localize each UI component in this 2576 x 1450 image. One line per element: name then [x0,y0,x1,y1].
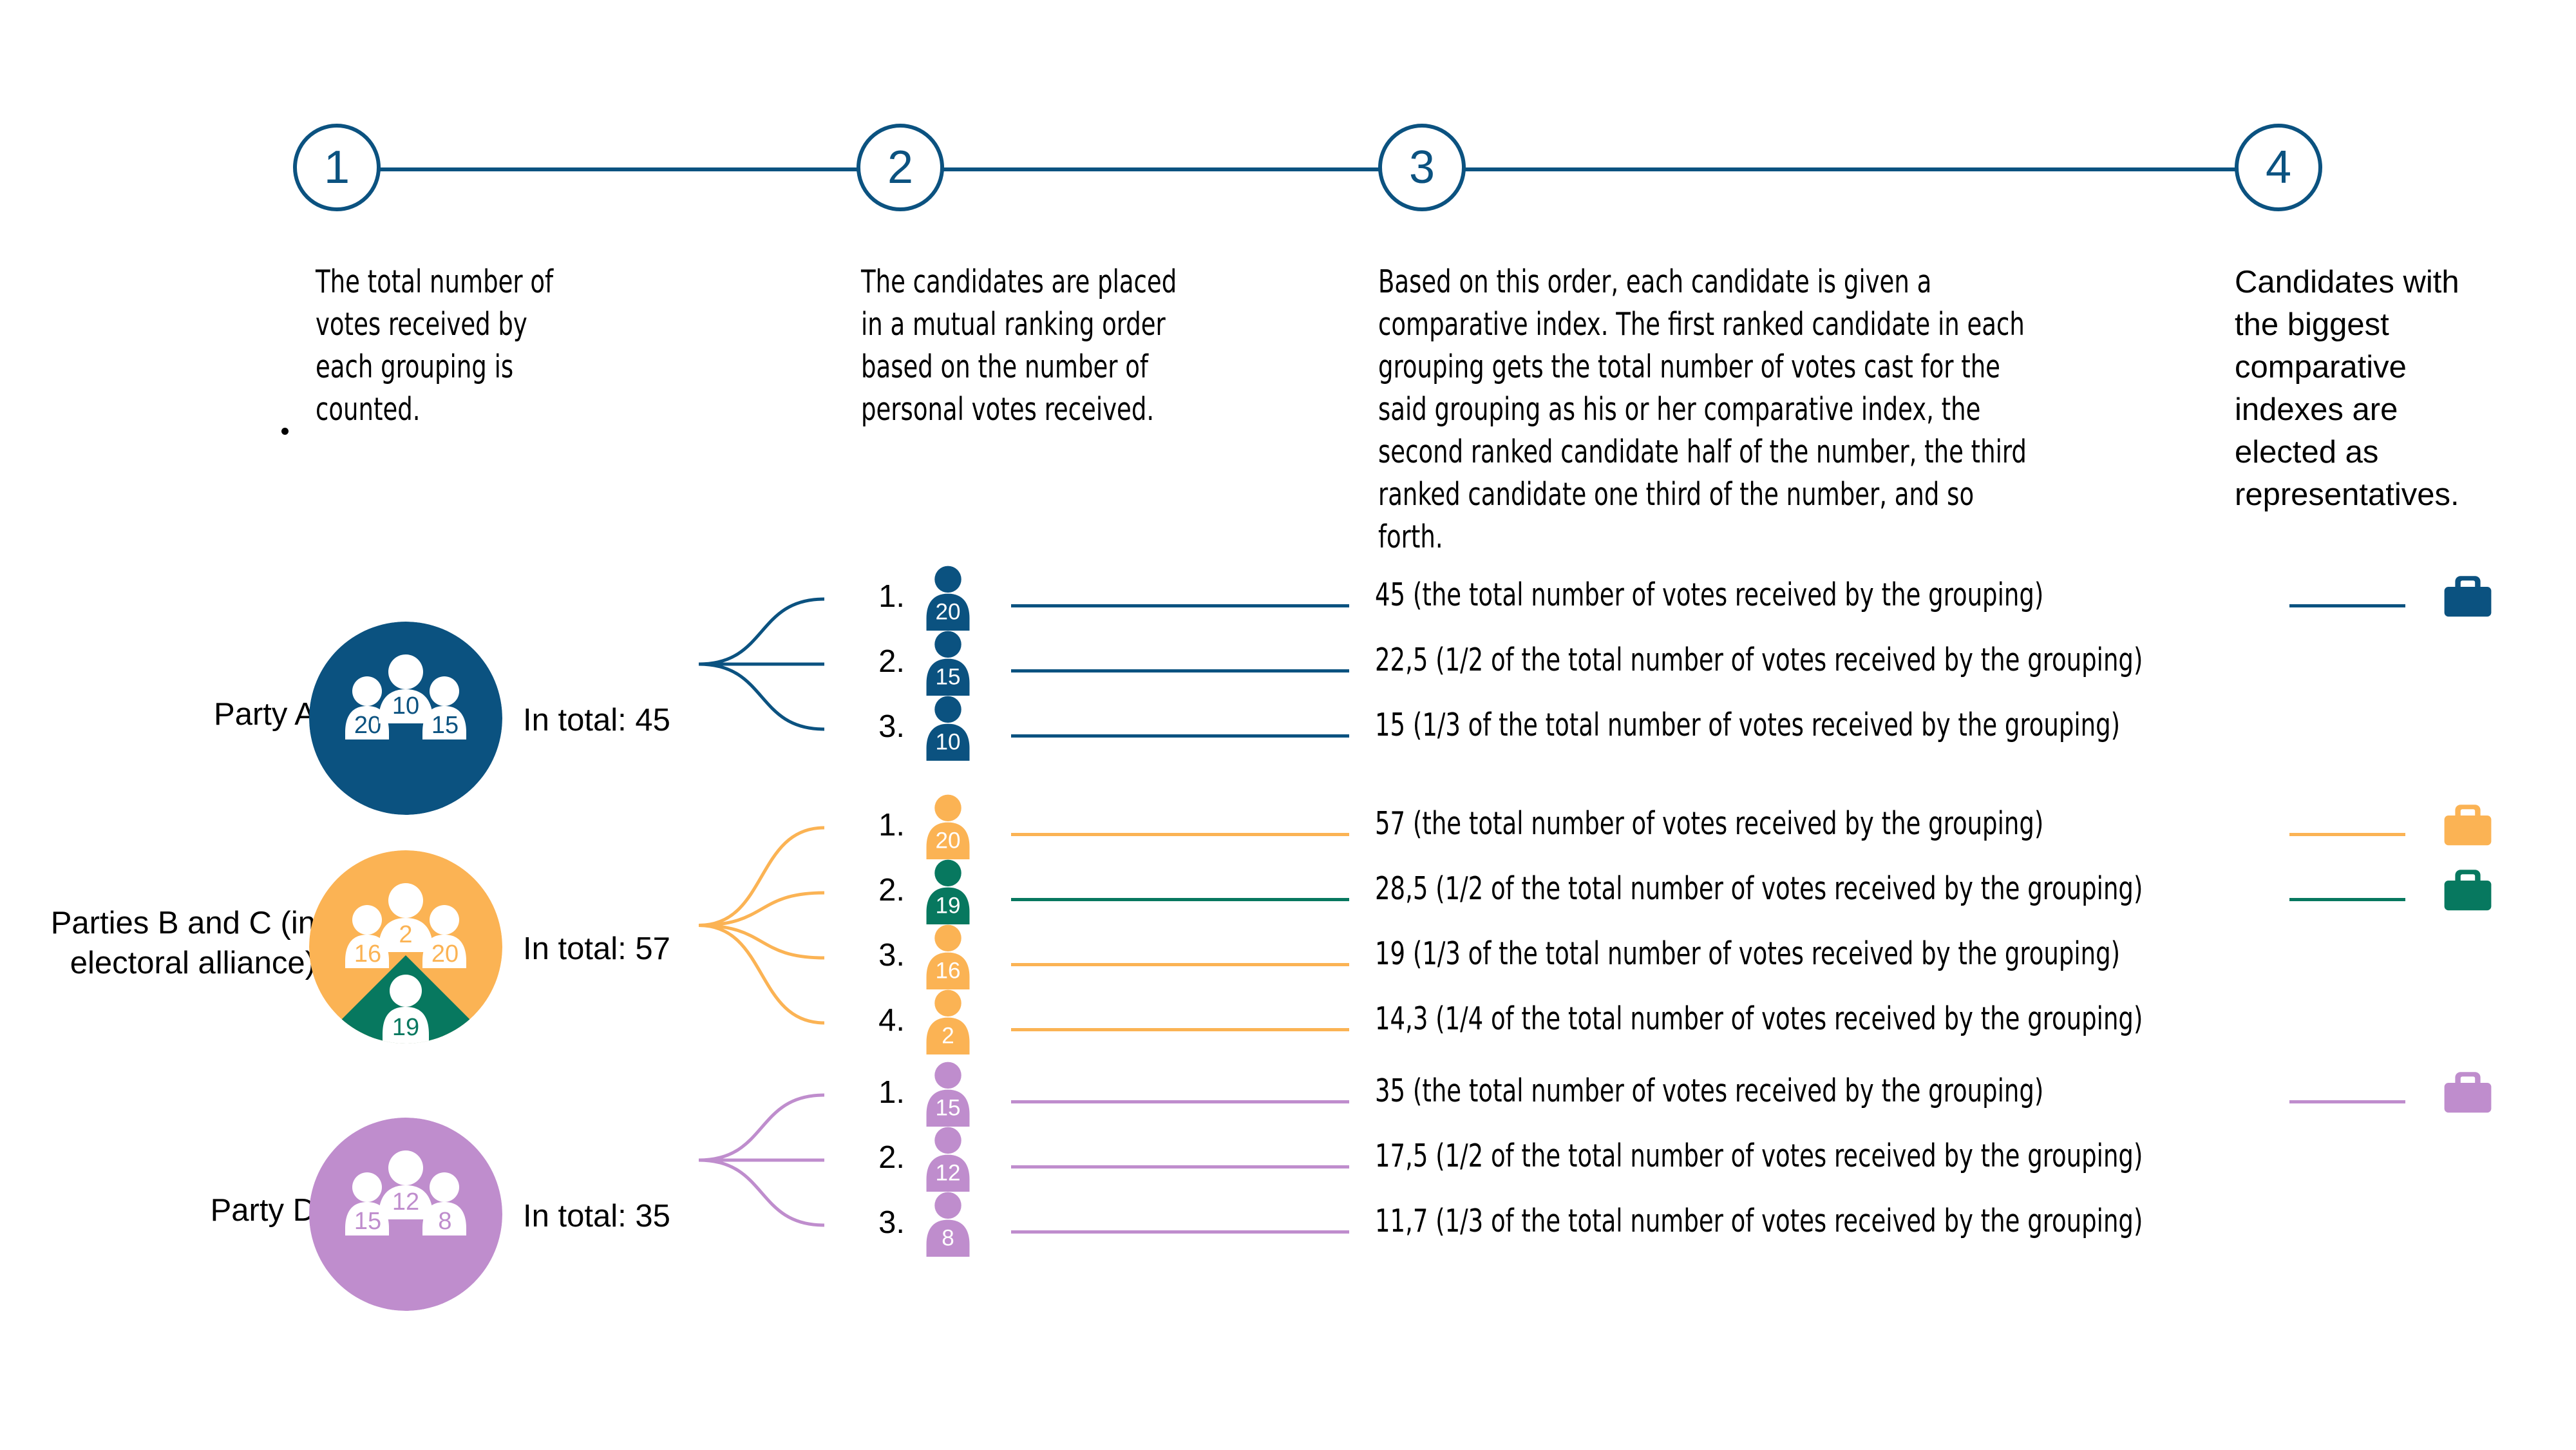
candidate-person-icon: 20 [922,794,974,863]
group-total-label: In total: 35 [523,1199,670,1234]
step-number: 3 [1408,142,1435,193]
comparative-index-text: 17,5 (1/2 of the total number of votes r… [1375,1138,2143,1174]
step-badge-3: 3 [1378,124,1466,211]
svg-text:19: 19 [392,1014,419,1041]
svg-text:20: 20 [936,828,961,853]
svg-text:20: 20 [431,940,459,968]
candidate-person-icon: 20 [922,565,974,634]
group-total-label: In total: 57 [523,931,670,966]
step-badge-1: 1 [293,124,381,211]
svg-text:12: 12 [936,1160,961,1185]
candidate-person-icon: 19 [922,859,974,928]
svg-text:2: 2 [399,921,412,948]
rank-connector-line [1011,669,1349,673]
step-description-4: Candidates with the biggest comparative … [2235,265,2459,512]
rank-number: 1. [878,1075,905,1110]
rank-number: 3. [878,1205,905,1240]
rank-connector-line [1011,1230,1349,1234]
comparative-index-text: 11,7 (1/3 of the total number of votes r… [1375,1203,2143,1239]
briefcase-icon [2441,573,2495,622]
rank-number: 2. [878,1140,905,1175]
rank-bracket [698,808,825,1045]
elected-connector-line [2289,1100,2405,1103]
elected-connector-line [2289,833,2405,836]
step-connector-3-4 [1465,167,2238,171]
comparative-index-text: 57 (the total number of votes received b… [1375,805,2044,842]
svg-text:2: 2 [942,1023,954,1048]
rank-number: 4. [878,1003,905,1038]
party-label: Parties B and C (in electoral alliance) [50,906,316,980]
party-label: Party A [214,697,316,732]
rank-connector-line [1011,963,1349,966]
candidate-person-icon: 8 [922,1191,974,1260]
candidate-person-icon: 15 [922,1061,974,1130]
infographic-canvas: 1 2 3 4 The total number of votes receiv… [0,0,2576,1450]
candidate-person-icon: 16 [922,924,974,993]
rank-bracket [698,1076,825,1248]
rank-bracket [698,580,825,752]
comparative-index-text: 28,5 (1/2 of the total number of votes r… [1375,870,2143,907]
party-emblem-2: 15 8 12 [309,1118,502,1311]
candidate-person-icon: 15 [922,630,974,699]
candidate-person-icon: 10 [922,695,974,764]
party-emblem-0: 20 15 10 [309,622,502,815]
rank-connector-line [1011,734,1349,738]
candidate-person-icon: 12 [922,1126,974,1195]
svg-text:10: 10 [936,729,961,754]
step-connector-1-2 [380,167,860,171]
step-number: 4 [2265,142,2292,193]
svg-text:16: 16 [936,958,961,983]
step-description-2: The candidates are placed in a mutual ra… [861,263,1177,428]
comparative-index-text: 14,3 (1/4 of the total number of votes r… [1375,1000,2143,1037]
step-badge-2: 2 [857,124,944,211]
step-number: 2 [887,142,914,193]
briefcase-icon [2441,1069,2495,1118]
briefcase-icon [2441,867,2495,915]
step-badge-4: 4 [2235,124,2322,211]
stray-period [281,428,289,435]
rank-number: 1. [878,808,905,843]
rank-number: 2. [878,873,905,908]
svg-text:15: 15 [936,1095,961,1120]
rank-connector-line [1011,1100,1349,1103]
svg-text:15: 15 [431,712,459,739]
svg-text:20: 20 [354,712,381,739]
rank-connector-line [1011,898,1349,901]
rank-connector-line [1011,604,1349,607]
step-connector-2-3 [943,167,1381,171]
rank-connector-line [1011,1028,1349,1031]
svg-text:8: 8 [942,1225,954,1250]
elected-connector-line [2289,604,2405,607]
svg-text:15: 15 [354,1208,381,1235]
svg-text:19: 19 [936,893,961,918]
comparative-index-text: 35 (the total number of votes received b… [1375,1073,2044,1109]
comparative-index-text: 22,5 (1/2 of the total number of votes r… [1375,642,2143,678]
rank-number: 3. [878,709,905,744]
rank-connector-line [1011,1165,1349,1169]
comparative-index-text: 15 (1/3 of the total number of votes rec… [1375,707,2121,743]
party-emblem-1: 16 20 2 19 [309,850,502,1044]
elected-connector-line [2289,898,2405,901]
svg-text:16: 16 [354,940,381,968]
svg-text:12: 12 [392,1188,419,1216]
group-total-label: In total: 45 [523,703,670,738]
candidate-person-icon: 2 [922,989,974,1058]
rank-number: 1. [878,579,905,614]
step-description-1: The total number of votes received by ea… [316,263,554,428]
rank-connector-line [1011,833,1349,836]
svg-text:8: 8 [438,1208,451,1235]
rank-number: 2. [878,644,905,679]
party-label: Party D [210,1193,316,1228]
svg-text:20: 20 [936,599,961,624]
briefcase-icon [2441,802,2495,850]
step-number: 1 [323,142,350,193]
svg-text:15: 15 [936,664,961,689]
svg-text:10: 10 [392,692,419,720]
comparative-index-text: 45 (the total number of votes received b… [1375,577,2044,613]
step-description-3: Based on this order, each candidate is g… [1378,263,2027,555]
rank-number: 3. [878,938,905,973]
comparative-index-text: 19 (1/3 of the total number of votes rec… [1375,935,2121,972]
